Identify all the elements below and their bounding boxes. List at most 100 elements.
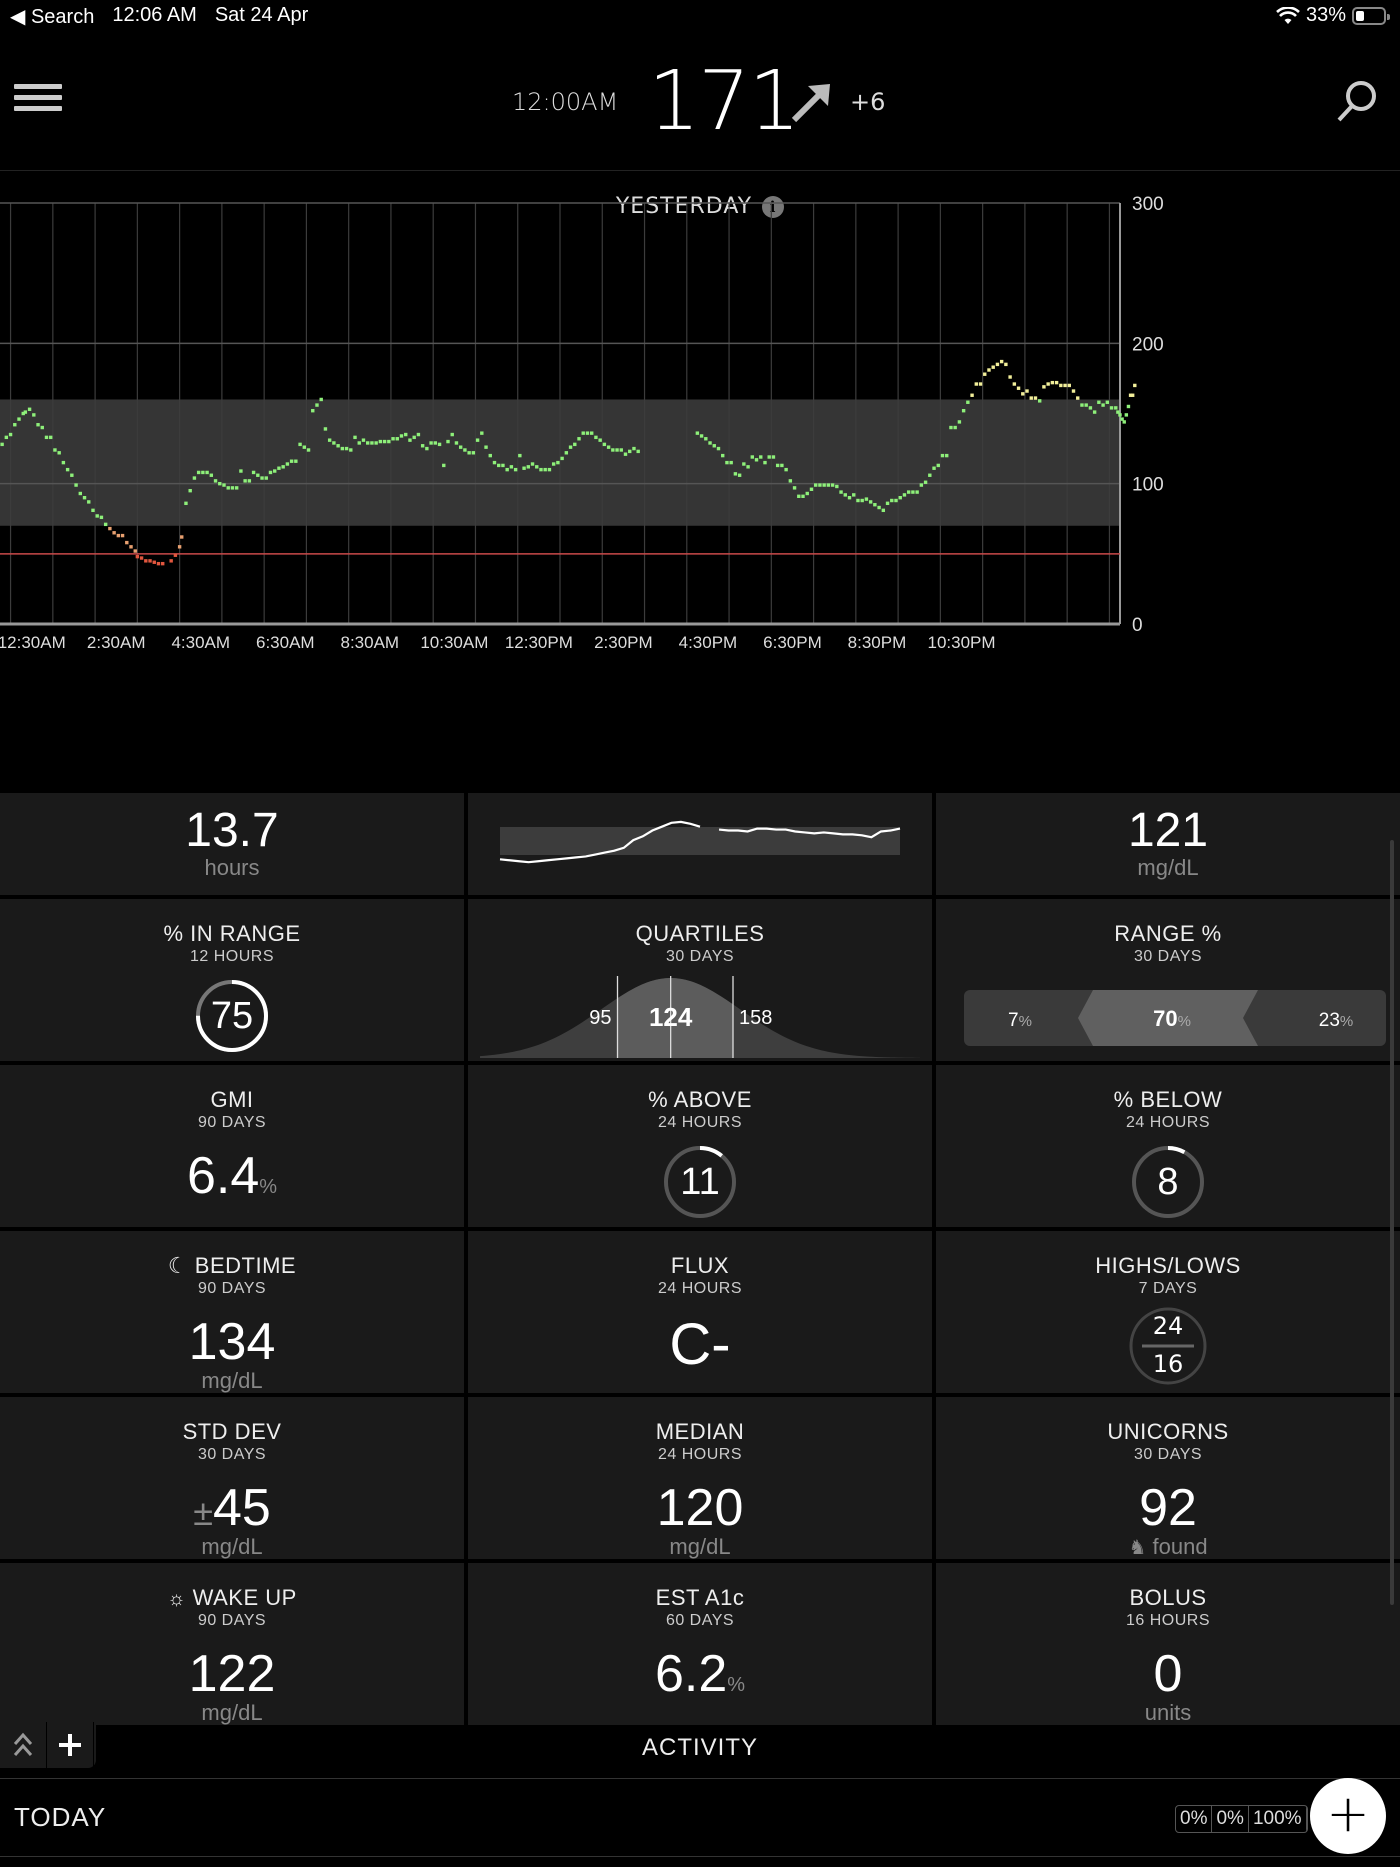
tile-std-dev[interactable]: STD DEV 30 DAYS ±45 mg/dL: [0, 1397, 464, 1559]
glucose-point: [928, 473, 932, 477]
tile-hours[interactable]: 13.7 hours: [0, 793, 464, 895]
search-icon[interactable]: [1334, 78, 1380, 124]
glucose-point: [1126, 404, 1131, 409]
glucose-point: [623, 452, 628, 456]
glucose-point: [184, 501, 188, 506]
tile-label: STD DEV: [182, 1419, 282, 1444]
glucose-point: [91, 508, 95, 513]
glucose-chart[interactable]: 300 200 100 0 12:30AM 2:30AM 4:30AM 6:30AM 8:30A…: [0, 190, 1400, 790]
tile-bedtime[interactable]: ☾ BEDTIME 90 DAYS 134 mg/dL: [0, 1231, 464, 1393]
glucose-point: [1004, 362, 1008, 367]
status-date: Sat 24 Apr: [214, 4, 309, 26]
x-tick-label: 10:30AM: [420, 633, 488, 652]
glucose-point: [551, 462, 556, 466]
tile-flux[interactable]: FLUX 24 HOURS C-: [468, 1231, 932, 1393]
glucose-point: [218, 481, 222, 486]
tile-below[interactable]: % BELOW 24 HOURS 8: [936, 1065, 1400, 1227]
range-low-pct: 7%: [1008, 1010, 1032, 1031]
tile-bolus[interactable]: BOLUS 16 HOURS 0 units: [936, 1563, 1400, 1725]
glucose-point: [446, 439, 450, 444]
tiles-scrollbar[interactable]: [1390, 840, 1394, 1605]
ring-value: 8: [1157, 1161, 1179, 1203]
glucose-point: [1097, 400, 1101, 404]
tile-median[interactable]: MEDIAN 24 HOURS 120 mg/dL: [468, 1397, 932, 1559]
ring-gauge: 8: [1130, 1144, 1206, 1220]
glucose-point: [144, 559, 148, 563]
y-tick-label: 100: [1132, 475, 1164, 496]
glucose-point: [1092, 410, 1097, 414]
glucose-point: [822, 483, 826, 487]
glucose-point: [885, 501, 890, 506]
tile-in-range[interactable]: % IN RANGE 12 HOURS 75: [0, 899, 464, 1061]
glucose-point: [87, 500, 91, 504]
ring-value: 75: [210, 995, 254, 1037]
tile-value: 121: [1127, 804, 1209, 857]
tile-avg[interactable]: 121 mg/dL: [936, 793, 1400, 895]
tile-sparkline[interactable]: [468, 793, 932, 895]
tile-a1c[interactable]: EST A1c 60 DAYS 6.2%: [468, 1563, 932, 1725]
tile-quartiles[interactable]: QUARTILES 30 DAYS 95 124 158: [468, 899, 932, 1061]
tile-period: 24 HOURS: [657, 1114, 743, 1131]
glucose-point: [940, 453, 945, 458]
glucose-point: [919, 483, 924, 487]
lows-count: 16: [1152, 1350, 1184, 1378]
glucose-point: [801, 494, 805, 498]
tile-range-pct[interactable]: RANGE % 30 DAYS 7% 70% 23%: [936, 899, 1400, 1061]
glucose-point: [36, 423, 40, 427]
tile-wake-up[interactable]: ☼ WAKE UP 90 DAYS 122 mg/dL: [0, 1563, 464, 1725]
glucose-point: [180, 535, 184, 539]
glucose-point: [775, 463, 780, 468]
current-glucose: 171: [648, 54, 801, 149]
back-to-search[interactable]: ◀ Search: [10, 4, 94, 29]
battery-icon: [1352, 6, 1390, 25]
menu-button[interactable]: [14, 84, 62, 120]
activity-bar: ACTIVITY: [0, 1722, 1400, 1779]
glucose-point: [471, 451, 476, 455]
glucose-point: [264, 476, 268, 480]
pct-high: 0%: [1212, 1806, 1249, 1832]
tile-unicorns[interactable]: UNICORNS 30 DAYS 92 ♞ found: [936, 1397, 1400, 1559]
glucose-point: [813, 483, 818, 487]
glucose-point: [361, 438, 366, 442]
tile-value: 6.4%: [0, 1150, 464, 1202]
glucose-point: [894, 498, 898, 503]
glucose-point: [721, 453, 725, 458]
tile-value-text: 6.2: [654, 1645, 728, 1703]
glucose-point: [133, 549, 137, 553]
glucose-point: [611, 448, 615, 452]
glucose-point: [974, 382, 979, 386]
glucose-point: [957, 420, 962, 424]
activity-title: ACTIVITY: [641, 1734, 758, 1761]
glucose-point: [860, 498, 864, 503]
tile-unit-text: mg/dL: [669, 1534, 731, 1559]
x-tick-label: 6:30AM: [256, 633, 315, 652]
glucose-point: [273, 469, 277, 473]
glucose-point: [95, 514, 99, 518]
glucose-point: [251, 470, 256, 475]
glucose-point: [1054, 380, 1059, 385]
glucose-point: [556, 460, 560, 465]
tile-gmi[interactable]: GMI 90 DAYS 6.4%: [0, 1065, 464, 1227]
plus-minus-sign: ±: [193, 1492, 213, 1533]
header: 12:00AM 171 +6: [0, 40, 1400, 171]
arrow-up-right-icon: [791, 84, 830, 123]
glucose-point: [547, 467, 552, 472]
glucose-point: [315, 403, 319, 407]
glucose-point: [513, 467, 518, 472]
add-entry-fab[interactable]: +: [1310, 1778, 1386, 1854]
tile-highs-lows[interactable]: HIGHS/LOWS 7 DAYS 24 16: [936, 1231, 1400, 1393]
glucose-point: [13, 423, 17, 427]
glucose-point: [936, 463, 940, 468]
glucose-point: [805, 491, 809, 496]
glucose-point: [729, 460, 733, 465]
tile-value: C-: [468, 1316, 932, 1374]
glucose-point: [843, 493, 847, 497]
glucose-point: [839, 490, 843, 494]
tile-above[interactable]: % ABOVE 24 HOURS 11: [468, 1065, 932, 1227]
tile-value: 120: [468, 1482, 932, 1534]
glucose-point: [44, 435, 49, 440]
glucose-point: [852, 493, 856, 497]
today-row[interactable]: TODAY 0% 0% 100%: [0, 1780, 1400, 1857]
median-label: 124: [649, 1002, 693, 1032]
highs-lows-circle: 24 16: [1128, 1306, 1208, 1386]
